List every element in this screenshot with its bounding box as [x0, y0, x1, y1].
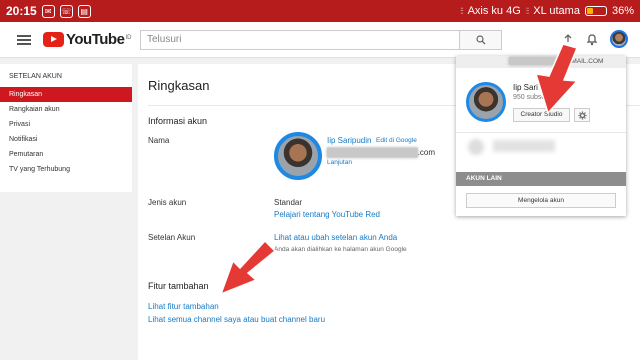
bell-icon[interactable] — [586, 33, 598, 46]
sidebar-item-notifications[interactable]: Notifikasi — [0, 132, 132, 147]
message-icon: ▤ — [77, 4, 91, 18]
edit-on-google-link[interactable]: Edit di Google — [376, 137, 417, 144]
dropdown-user-name: Iip Sari — [513, 83, 538, 92]
upload-icon[interactable] — [562, 33, 574, 45]
account-settings-link[interactable]: Lihat atau ubah setelan akun Anda — [274, 233, 397, 242]
user-name[interactable]: Iip Saripudin — [327, 136, 371, 145]
carrier-2: XL utama — [533, 5, 580, 17]
other-accounts-header: AKUN LAIN — [456, 172, 626, 186]
dropdown-email-suffix: @GMAIL.COM — [559, 58, 604, 65]
email-blurred: ████████████████ — [327, 148, 418, 157]
search-icon — [475, 35, 485, 45]
youtube-play-icon — [43, 32, 64, 47]
profile-avatar — [274, 132, 322, 180]
battery-fill — [586, 8, 593, 14]
secondary-account-avatar[interactable] — [468, 139, 484, 155]
sidebar-item-overview[interactable]: Ringkasan — [0, 87, 132, 102]
youtube-wordmark: YouTube — [66, 31, 125, 48]
dropdown-email: ███████████@GMAIL.COM — [456, 56, 626, 68]
settings-button[interactable] — [574, 108, 590, 122]
gear-icon — [577, 110, 587, 120]
all-channels-link[interactable]: Lihat semua channel saya atau buat chann… — [148, 315, 325, 324]
account-info-heading: Informasi akun — [148, 116, 208, 126]
sidebar-item-privacy[interactable]: Privasi — [0, 117, 132, 132]
whatsapp-icon: ☏ — [59, 4, 73, 18]
country-code: ID — [125, 35, 132, 41]
account-avatar-button[interactable] — [610, 30, 628, 48]
sidebar-title: SETELAN AKUN — [9, 73, 62, 80]
manage-accounts-button[interactable]: Mengelola akun — [466, 193, 616, 208]
youtube-header: YouTube ID Telusuri — [0, 22, 640, 58]
extra-features-heading: Fitur tambahan — [148, 281, 209, 291]
youtube-red-link[interactable]: Pelajari tentang YouTube Red — [274, 210, 380, 219]
status-bar: 20:15 ✉ ☏ ▤ ⫶⫶ Axis ku 4G ⫶⫶ XL utama 36… — [0, 0, 640, 22]
carrier-1: Axis ku 4G — [467, 5, 521, 17]
account-type-value: Standar — [274, 198, 303, 207]
account-dropdown: ███████████@GMAIL.COM Iip Sari 950 subsc… — [456, 56, 626, 216]
status-time: 20:15 — [6, 4, 37, 18]
subscriber-count: 950 subscriber — [513, 94, 559, 101]
dropdown-divider — [456, 132, 626, 133]
name-label: Nama — [148, 136, 170, 145]
sidebar-item-playback[interactable]: Pemutaran — [0, 147, 132, 162]
settings-sidebar: SETELAN AKUN Ringkasan Rangkaian akun Pr… — [0, 64, 132, 192]
battery-icon — [584, 6, 607, 16]
signal-icon-2: ⫶⫶ — [525, 5, 529, 16]
secondary-account-name[interactable] — [493, 140, 555, 152]
account-settings-label: Setelan Akun — [148, 233, 196, 242]
battery-percent: 36% — [611, 5, 634, 17]
youtube-logo[interactable]: YouTube ID — [43, 31, 131, 48]
account-type-label: Jenis akun — [148, 198, 187, 207]
dropdown-avatar — [466, 82, 506, 122]
extra-features-link[interactable]: Lihat fitur tambahan — [148, 302, 219, 311]
signal-icon: ⫶⫶ — [460, 5, 463, 16]
advanced-link[interactable]: Lanjutan — [327, 159, 352, 166]
dropdown-email-blurred: ███████████ — [509, 58, 560, 65]
hamburger-menu-icon[interactable] — [17, 34, 31, 45]
email-suffix: .com — [417, 148, 436, 157]
creator-studio-button[interactable]: Creator Studio — [513, 108, 570, 122]
search-input[interactable]: Telusuri — [140, 30, 460, 50]
search-button[interactable] — [460, 30, 502, 50]
notification-icon: ✉ — [41, 4, 55, 18]
sidebar-item-linked-accounts[interactable]: Rangkaian akun — [0, 102, 132, 117]
page-title: Ringkasan — [148, 78, 210, 93]
sidebar-item-connected-tv[interactable]: TV yang Terhubung — [0, 162, 132, 177]
account-settings-note: Anda akan dialihkan ke halaman akun Goog… — [274, 246, 407, 253]
